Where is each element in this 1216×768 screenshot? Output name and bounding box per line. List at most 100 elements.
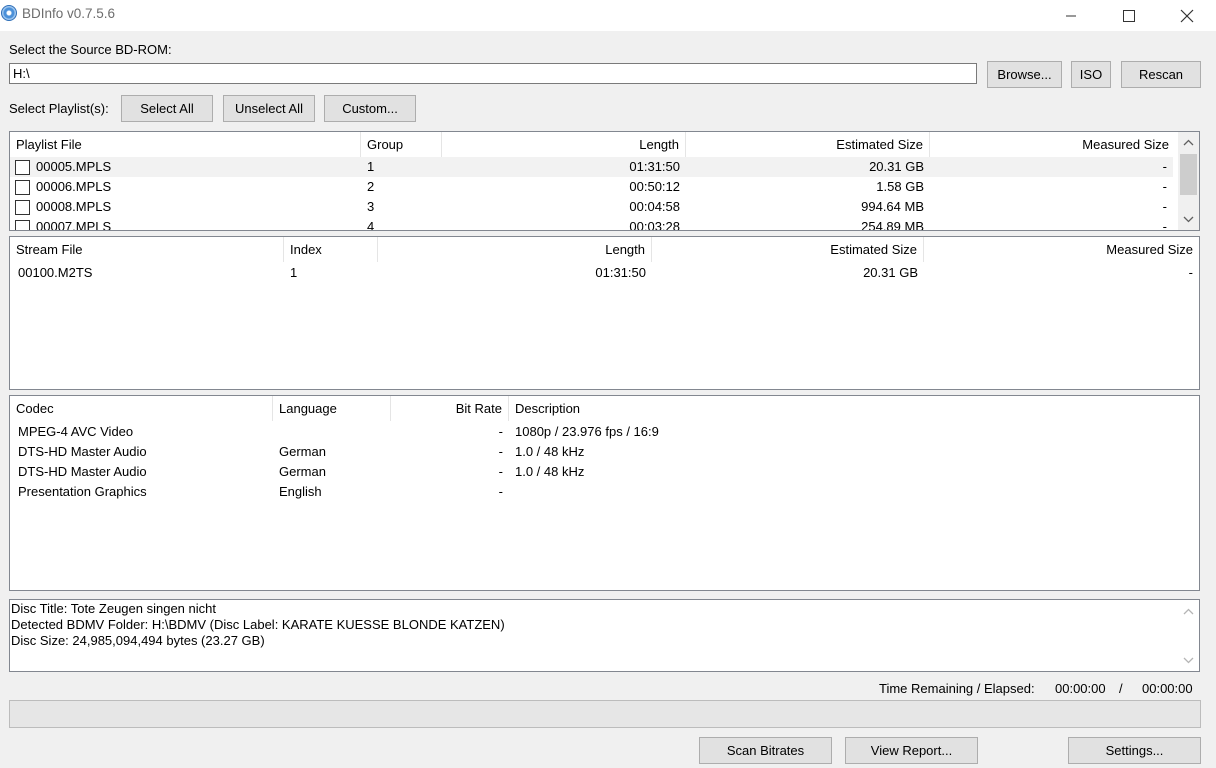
col-codec[interactable]: Codec	[10, 396, 273, 421]
playlist-est-size: 254.89 MB	[861, 219, 924, 231]
stream-list-header: Stream File Index Length Estimated Size …	[10, 237, 1199, 262]
col-stream-file[interactable]: Stream File	[10, 237, 284, 262]
stream-row[interactable]: 00100.M2TS 1 01:31:50 20.31 GB -	[10, 263, 1199, 283]
time-elapsed-value: 00:00:00	[1142, 681, 1193, 696]
playlist-length: 00:50:12	[629, 179, 680, 194]
window-title: BDInfo v0.7.5.6	[22, 6, 116, 21]
stream-list[interactable]: Stream File Index Length Estimated Size …	[9, 236, 1200, 390]
col-language[interactable]: Language	[273, 396, 391, 421]
playlist-row[interactable]: 00005.MPLS 1 01:31:50 20.31 GB -	[10, 157, 1173, 177]
playlist-group: 4	[367, 219, 375, 231]
col-stream-est-size[interactable]: Estimated Size	[652, 237, 924, 262]
playlist-checkbox[interactable]	[15, 220, 30, 230]
playlist-measured-size: -	[1162, 159, 1167, 174]
playlist-checkbox[interactable]	[15, 180, 30, 195]
playlist-list[interactable]: Playlist File Group Length Estimated Siz…	[9, 131, 1200, 231]
playlist-file: 00008.MPLS	[36, 199, 112, 214]
col-length[interactable]: Length	[442, 132, 686, 157]
codec-language: English	[279, 484, 322, 499]
title-bar	[0, 0, 1216, 31]
playlist-est-size: 20.31 GB	[869, 159, 924, 174]
codec-bit-rate: -	[498, 484, 503, 499]
time-remaining-value: 00:00:00	[1055, 681, 1106, 696]
stream-length: 01:31:50	[595, 265, 646, 280]
minimize-button[interactable]	[1042, 0, 1100, 31]
codec-language	[273, 422, 285, 442]
playlist-row[interactable]: 00006.MPLS 2 00:50:12 1.58 GB -	[10, 177, 1199, 197]
status-log-text: Disc Title: Tote Zeugen singen nicht Det…	[11, 601, 505, 649]
col-stream-length[interactable]: Length	[378, 237, 652, 262]
settings-button[interactable]: Settings...	[1068, 737, 1201, 764]
status-log[interactable]: Disc Title: Tote Zeugen singen nicht Det…	[9, 599, 1200, 672]
view-report-button[interactable]: View Report...	[845, 737, 978, 764]
browse-button[interactable]: Browse...	[987, 61, 1062, 88]
playlist-group: 1	[367, 159, 375, 174]
scroll-down-icon[interactable]	[1178, 211, 1199, 227]
select-playlists-label: Select Playlist(s):	[9, 101, 109, 116]
codec-name: DTS-HD Master Audio	[18, 464, 147, 479]
stream-file: 00100.M2TS	[18, 265, 93, 280]
codec-row[interactable]: MPEG-4 AVC Video - 1080p / 23.976 fps / …	[10, 422, 1199, 442]
playlist-file: 00005.MPLS	[36, 159, 112, 174]
codec-description: 1.0 / 48 kHz	[515, 444, 585, 459]
playlist-group: 3	[367, 199, 375, 214]
codec-description	[509, 482, 521, 502]
playlist-scrollbar[interactable]	[1178, 132, 1199, 230]
playlist-est-size: 1.58 GB	[876, 179, 924, 194]
playlist-measured-size: -	[1162, 219, 1167, 231]
codec-language: German	[279, 444, 326, 459]
playlist-checkbox[interactable]	[15, 160, 30, 175]
scroll-thumb[interactable]	[1180, 154, 1197, 195]
close-icon	[1180, 9, 1194, 22]
col-index[interactable]: Index	[284, 237, 378, 262]
source-path-input[interactable]: H:\	[9, 63, 977, 84]
codec-name: MPEG-4 AVC Video	[18, 424, 134, 439]
scroll-up-icon[interactable]	[1178, 134, 1199, 150]
col-description[interactable]: Description	[509, 396, 1199, 421]
maximize-button[interactable]	[1100, 0, 1158, 31]
stream-index: 1	[290, 265, 298, 280]
playlist-row[interactable]: 00008.MPLS 3 00:04:58 994.64 MB -	[10, 197, 1199, 217]
col-group[interactable]: Group	[361, 132, 442, 157]
playlist-group: 2	[367, 179, 375, 194]
codec-language: German	[279, 464, 326, 479]
codec-list-header: Codec Language Bit Rate Description	[10, 396, 1199, 421]
stream-est-size: 20.31 GB	[863, 265, 918, 280]
col-estimated-size[interactable]: Estimated Size	[686, 132, 930, 157]
scroll-down-icon[interactable]	[1178, 652, 1199, 668]
codec-row[interactable]: Presentation Graphics English -	[10, 482, 1199, 502]
scan-bitrates-button[interactable]: Scan Bitrates	[699, 737, 832, 764]
iso-button[interactable]: ISO	[1071, 61, 1111, 88]
playlist-measured-size: -	[1162, 199, 1167, 214]
source-label: Select the Source BD-ROM:	[9, 42, 172, 57]
scan-progress-bar	[9, 700, 1201, 728]
time-remaining-label: Time Remaining / Elapsed:	[879, 681, 1035, 696]
codec-list[interactable]: Codec Language Bit Rate Description MPEG…	[9, 395, 1200, 591]
stream-measured-size: -	[1188, 265, 1193, 280]
playlist-length: 00:04:58	[629, 199, 680, 214]
playlist-list-header: Playlist File Group Length Estimated Siz…	[10, 132, 1199, 157]
close-button[interactable]	[1158, 0, 1216, 31]
unselect-all-button[interactable]: Unselect All	[223, 95, 315, 122]
playlist-file: 00007.MPLS	[36, 219, 112, 231]
codec-row[interactable]: DTS-HD Master Audio German - 1.0 / 48 kH…	[10, 442, 1199, 462]
col-measured-size[interactable]: Measured Size	[930, 132, 1175, 157]
col-stream-measured-size[interactable]: Measured Size	[924, 237, 1199, 262]
rescan-button[interactable]: Rescan	[1121, 61, 1201, 88]
codec-row[interactable]: DTS-HD Master Audio German - 1.0 / 48 kH…	[10, 462, 1199, 482]
codec-bit-rate: -	[498, 424, 503, 439]
scroll-up-icon[interactable]	[1178, 603, 1199, 619]
col-bit-rate[interactable]: Bit Rate	[391, 396, 509, 421]
codec-description: 1080p / 23.976 fps / 16:9	[515, 424, 659, 439]
playlist-measured-size: -	[1162, 179, 1167, 194]
playlist-file: 00006.MPLS	[36, 179, 112, 194]
codec-bit-rate: -	[498, 444, 503, 459]
custom-button[interactable]: Custom...	[324, 95, 416, 122]
codec-bit-rate: -	[498, 464, 503, 479]
status-line: Disc Title: Tote Zeugen singen nicht	[11, 601, 216, 616]
playlist-row[interactable]: 00007.MPLS 4 00:03:28 254.89 MB -	[10, 217, 1199, 231]
time-separator: /	[1119, 681, 1123, 696]
playlist-checkbox[interactable]	[15, 200, 30, 215]
select-all-button[interactable]: Select All	[121, 95, 213, 122]
col-playlist-file[interactable]: Playlist File	[10, 132, 361, 157]
